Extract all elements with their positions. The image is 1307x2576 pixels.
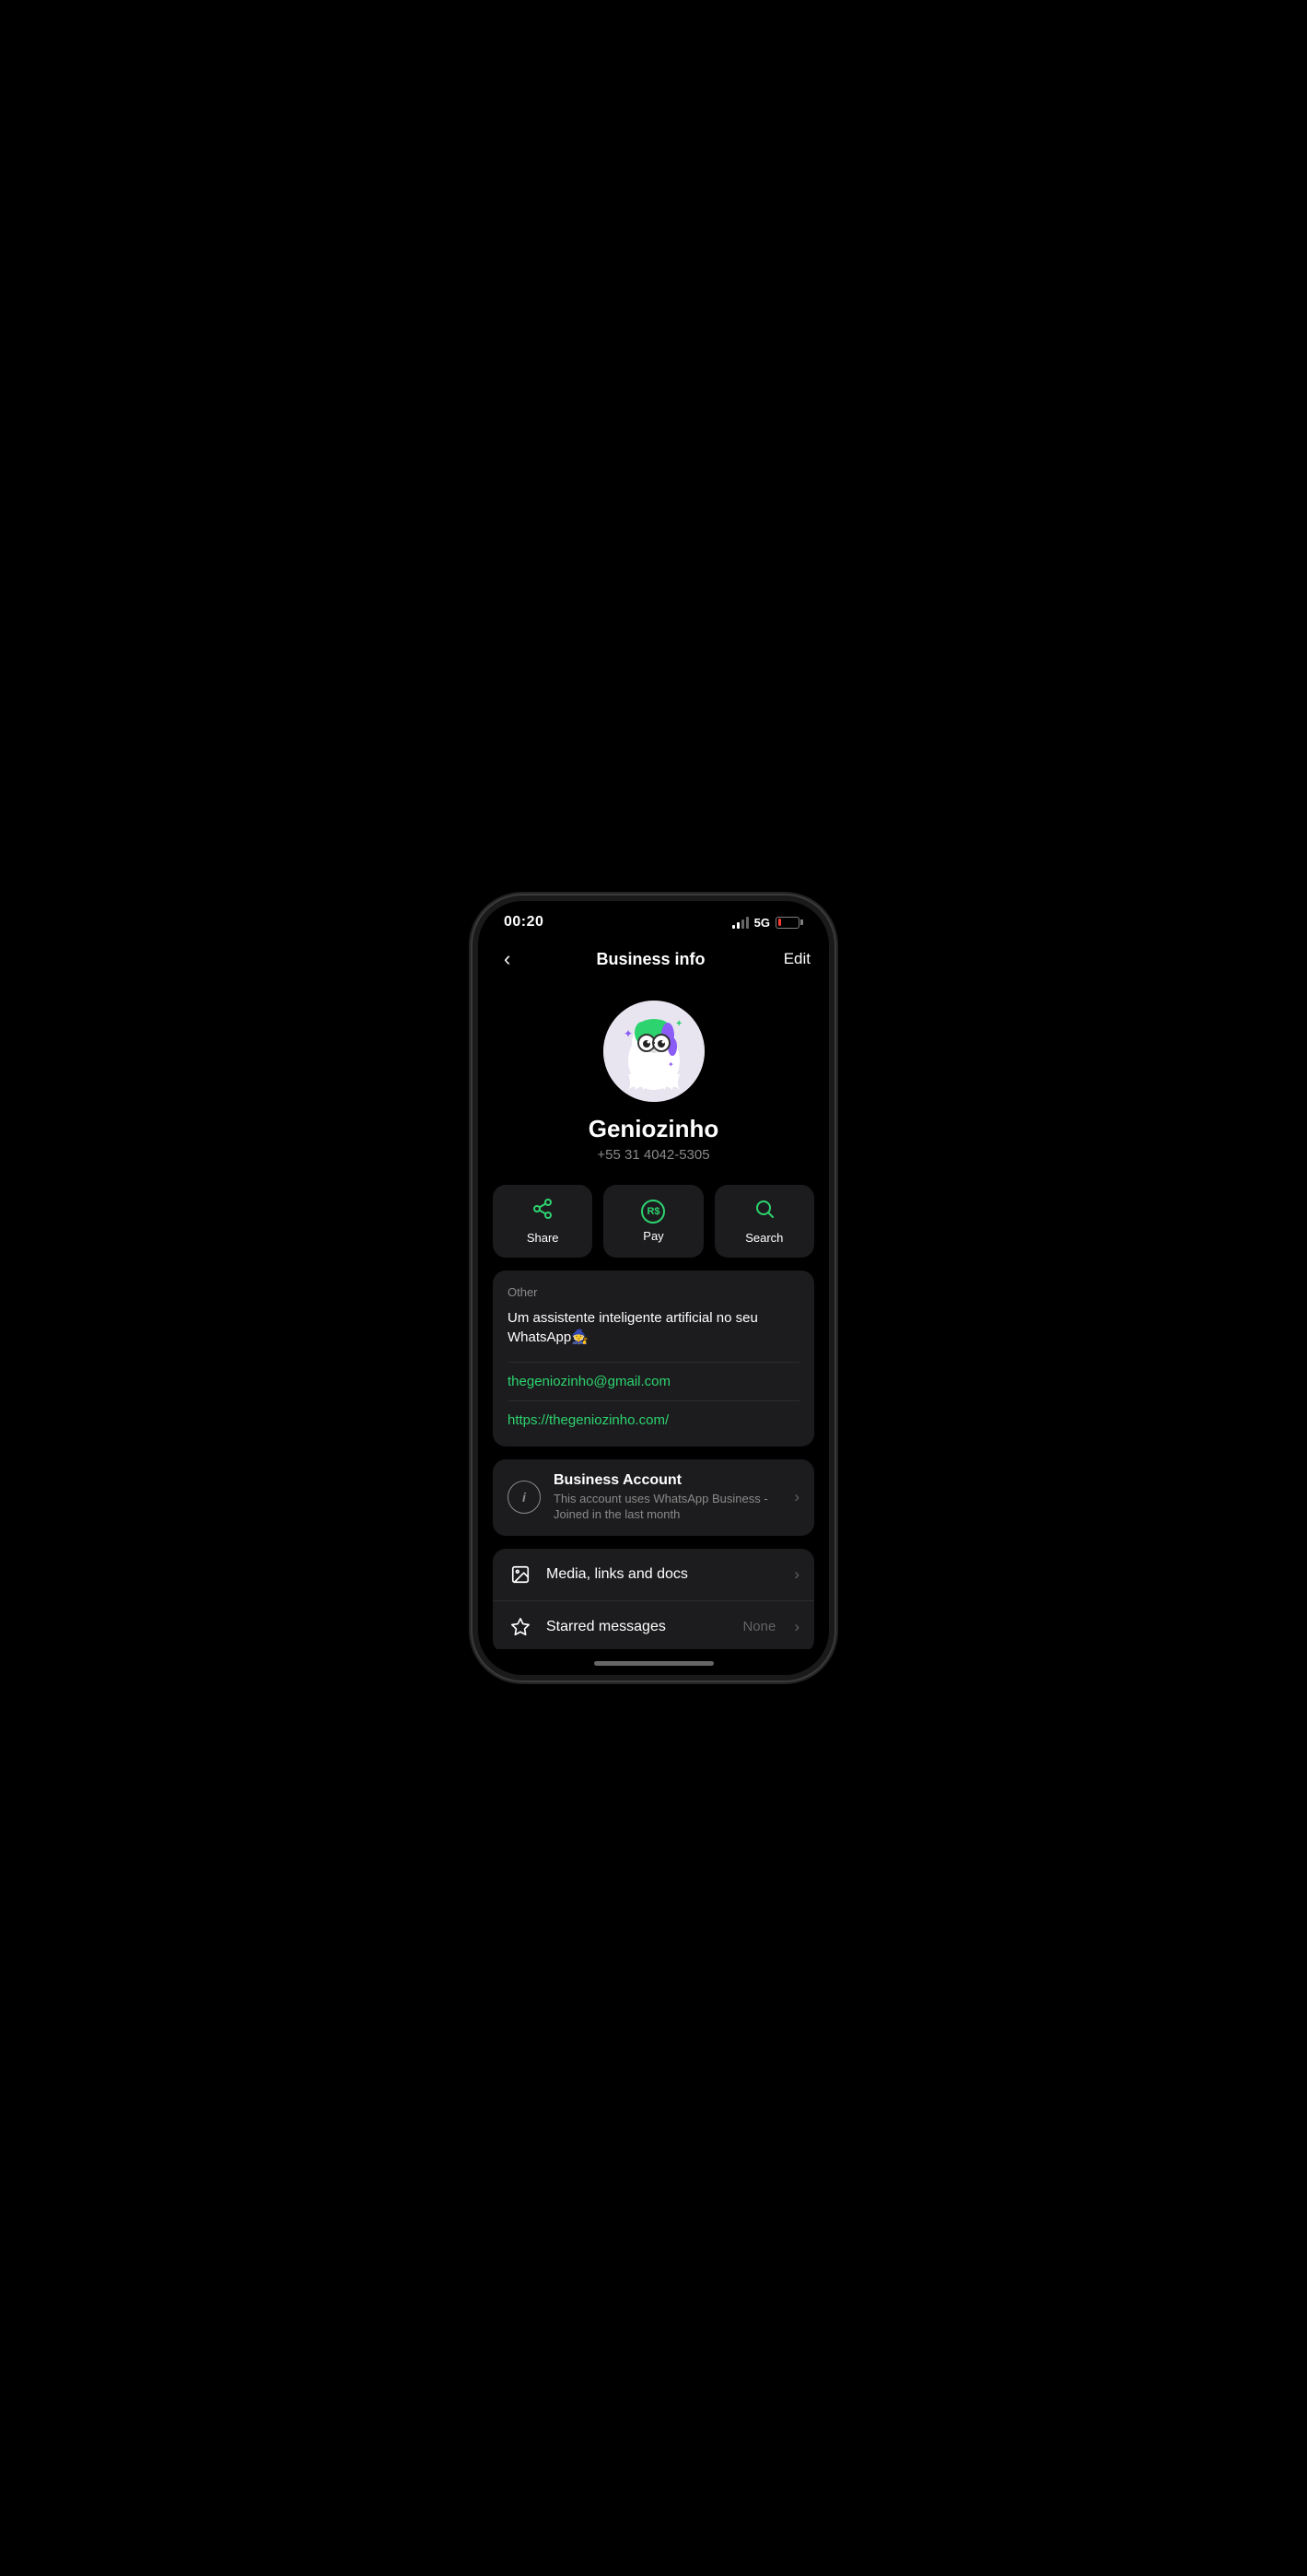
profile-phone: +55 31 4042-5305 bbox=[597, 1147, 709, 1163]
search-icon bbox=[753, 1198, 776, 1225]
business-account-card[interactable]: i Business Account This account uses Wha… bbox=[493, 1459, 814, 1536]
website-link[interactable]: https://thegeniozinho.com/ bbox=[508, 1412, 799, 1428]
profile-section: ✦ ✦ ✦ Geniozinho +55 31 4042-5305 bbox=[478, 986, 829, 1185]
dynamic-island bbox=[599, 910, 709, 942]
phone-frame: 00:20 5G ‹ Business info Edit bbox=[473, 896, 834, 1680]
info-section-label: Other bbox=[508, 1285, 799, 1299]
share-button[interactable]: Share bbox=[493, 1185, 592, 1258]
media-menu-card: Media, links and docs › Starred messages… bbox=[493, 1549, 814, 1649]
starred-label: Starred messages bbox=[546, 1619, 729, 1635]
svg-text:✦: ✦ bbox=[624, 1027, 633, 1040]
svg-text:✦: ✦ bbox=[675, 1019, 683, 1029]
starred-messages-item[interactable]: Starred messages None › bbox=[493, 1601, 814, 1649]
edit-button[interactable]: Edit bbox=[784, 950, 811, 968]
email-link[interactable]: thegeniozinho@gmail.com bbox=[508, 1374, 799, 1389]
search-button[interactable]: Search bbox=[715, 1185, 814, 1258]
status-time: 00:20 bbox=[504, 914, 543, 931]
business-subtitle: This account uses WhatsApp Business - Jo… bbox=[554, 1492, 781, 1523]
business-info: Business Account This account uses Whats… bbox=[554, 1472, 781, 1523]
profile-name: Geniozinho bbox=[589, 1115, 719, 1143]
home-indicator bbox=[594, 1661, 714, 1666]
status-right: 5G bbox=[732, 916, 803, 930]
pay-icon: R$ bbox=[641, 1200, 665, 1224]
page-title: Business info bbox=[597, 950, 706, 969]
media-label: Media, links and docs bbox=[546, 1566, 781, 1583]
signal-icon bbox=[732, 916, 749, 929]
divider-2 bbox=[508, 1400, 799, 1401]
scroll-content[interactable]: ✦ ✦ ✦ Geniozinho +55 31 4042-5305 bbox=[478, 986, 829, 1649]
pay-label: Pay bbox=[643, 1229, 663, 1243]
battery-icon bbox=[776, 917, 803, 929]
search-label: Search bbox=[745, 1231, 783, 1245]
business-info-icon: i bbox=[508, 1481, 541, 1514]
avatar: ✦ ✦ ✦ bbox=[603, 1001, 705, 1102]
media-chevron-icon: › bbox=[794, 1565, 799, 1584]
chevron-right-icon: › bbox=[794, 1488, 799, 1506]
share-label: Share bbox=[527, 1231, 559, 1245]
media-links-item[interactable]: Media, links and docs › bbox=[493, 1549, 814, 1601]
share-icon bbox=[531, 1198, 554, 1225]
nav-bar: ‹ Business info Edit bbox=[478, 938, 829, 986]
network-label: 5G bbox=[754, 916, 770, 930]
phone-screen: 00:20 5G ‹ Business info Edit bbox=[478, 901, 829, 1675]
starred-value: None bbox=[742, 1619, 776, 1634]
media-icon bbox=[508, 1562, 533, 1587]
info-description: Um assistente inteligente artificial no … bbox=[508, 1308, 799, 1347]
pay-button[interactable]: R$ Pay bbox=[603, 1185, 703, 1258]
action-buttons: Share R$ Pay Search bbox=[478, 1185, 829, 1258]
business-title: Business Account bbox=[554, 1472, 781, 1489]
back-button[interactable]: ‹ bbox=[496, 943, 518, 975]
info-card: Other Um assistente inteligente artifici… bbox=[493, 1270, 814, 1446]
svg-text:✦: ✦ bbox=[668, 1060, 674, 1069]
divider-1 bbox=[508, 1362, 799, 1363]
starred-chevron-icon: › bbox=[794, 1618, 799, 1636]
star-icon bbox=[508, 1614, 533, 1640]
